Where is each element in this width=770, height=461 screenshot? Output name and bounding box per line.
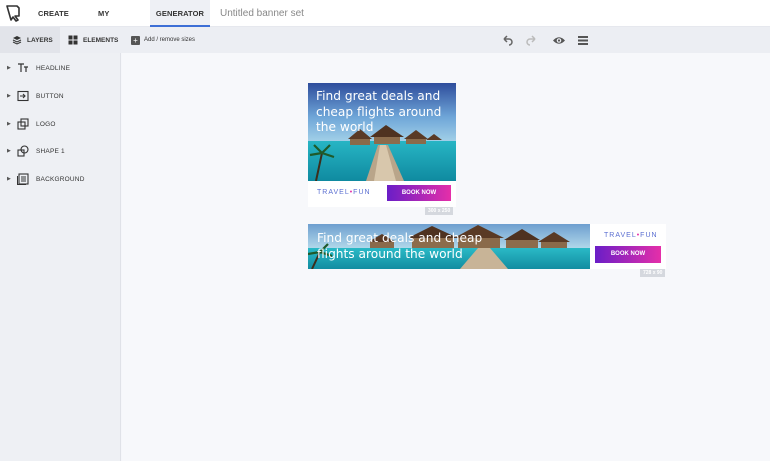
- brand-text-left: TRAVEL: [317, 189, 350, 196]
- banner-brand-logo[interactable]: TRAVEL•FUN: [317, 189, 371, 196]
- layers-sidebar: ▶ HEADLINE ▶ BUTTON ▶ LOGO ▶ SHAPE 1 ▶ B…: [0, 53, 121, 461]
- size-badge-300x250: 300 x 250: [425, 207, 454, 215]
- preview-eye-icon[interactable]: [552, 34, 566, 47]
- undo-icon[interactable]: [501, 34, 514, 47]
- button-icon: [17, 90, 29, 102]
- redo-icon[interactable]: [525, 34, 538, 47]
- layer-label: SHAPE 1: [36, 147, 65, 155]
- layers-icon: [12, 36, 22, 45]
- nav-tab-create-new[interactable]: CREATE NEW: [38, 0, 82, 45]
- caret-right-icon[interactable]: ▶: [7, 176, 11, 182]
- banner-book-now-button[interactable]: BOOK NOW: [387, 185, 451, 201]
- text-icon: [18, 63, 28, 72]
- layer-label: BUTTON: [36, 92, 64, 100]
- caret-right-icon[interactable]: ▶: [7, 93, 11, 99]
- layer-label: LOGO: [36, 120, 56, 128]
- brand-text-left: TRAVEL: [604, 232, 637, 239]
- tab-elements-label: ELEMENTS: [83, 36, 119, 44]
- tab-elements[interactable]: ELEMENTS: [68, 27, 123, 53]
- nav-tab-generator[interactable]: GENERATOR: [150, 0, 210, 27]
- add-remove-sizes-button[interactable]: + Add / remove sizes: [131, 27, 195, 53]
- caret-right-icon[interactable]: ▶: [7, 65, 11, 71]
- tab-layers-label: LAYERS: [27, 36, 53, 44]
- shape-icon: [17, 145, 29, 157]
- nav-tab-my-banners[interactable]: MY BANNERS: [98, 0, 144, 45]
- toolbar: LAYERS ELEMENTS + Add / remove sizes: [0, 27, 770, 53]
- banner-set-title[interactable]: Untitled banner set: [220, 0, 304, 27]
- banner-headline[interactable]: Find great deals and cheap flights aroun…: [317, 230, 502, 262]
- caret-right-icon[interactable]: ▶: [7, 121, 11, 127]
- banner-preview-300x250[interactable]: Find great deals and cheap flights aroun…: [308, 83, 456, 207]
- add-remove-sizes-label: Add / remove sizes: [144, 37, 196, 43]
- banner-book-now-button[interactable]: BOOK NOW: [595, 246, 661, 263]
- layer-label: HEADLINE: [36, 64, 71, 72]
- menu-icon[interactable]: [577, 34, 590, 47]
- brand-text-right: FUN: [640, 232, 658, 239]
- tab-layers[interactable]: LAYERS: [0, 27, 60, 53]
- app-logo-icon[interactable]: [4, 4, 22, 22]
- layer-label: BACKGROUND: [36, 175, 85, 183]
- brand-text-right: FUN: [353, 189, 371, 196]
- layer-item-background[interactable]: ▶ BACKGROUND: [0, 169, 121, 189]
- top-nav-bar: CREATE NEW MY BANNERS GENERATOR Untitled…: [0, 0, 770, 45]
- plus-icon: +: [131, 35, 140, 45]
- banner-preview-728x90[interactable]: Find great deals and cheap flights aroun…: [308, 224, 666, 269]
- layer-item-logo[interactable]: ▶ LOGO: [0, 114, 121, 134]
- caret-right-icon[interactable]: ▶: [7, 148, 11, 154]
- logo-icon: [17, 118, 29, 130]
- layer-item-shape-1[interactable]: ▶ SHAPE 1: [0, 141, 121, 161]
- banner-brand-logo[interactable]: TRAVEL•FUN: [604, 232, 658, 239]
- banner-headline[interactable]: Find great deals and cheap flights aroun…: [316, 89, 451, 136]
- background-icon: [17, 173, 29, 185]
- elements-icon: [68, 35, 78, 45]
- layer-item-headline[interactable]: ▶ HEADLINE: [0, 58, 121, 78]
- layer-item-button[interactable]: ▶ BUTTON: [0, 86, 121, 106]
- size-badge-728x90: 728 x 90: [640, 269, 666, 277]
